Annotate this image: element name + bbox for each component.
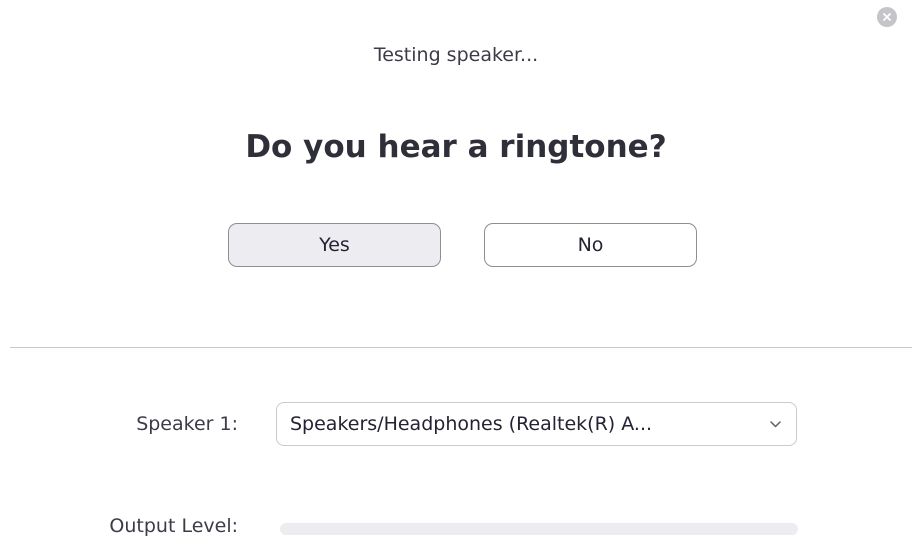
- testing-status-text: Testing speaker...: [373, 44, 539, 66]
- ringtone-question-heading: Do you hear a ringtone?: [245, 129, 667, 165]
- close-button[interactable]: [877, 7, 897, 27]
- close-icon: [882, 12, 892, 22]
- speaker-select-value: Speakers/Headphones (Realtek(R) A...: [290, 413, 653, 435]
- chevron-down-icon: [768, 419, 782, 429]
- speaker-label: Speaker 1:: [136, 413, 238, 435]
- speaker-select[interactable]: Speakers/Headphones (Realtek(R) A...: [276, 402, 797, 446]
- output-level-label: Output Level:: [109, 515, 238, 537]
- no-button[interactable]: No: [484, 223, 697, 267]
- output-level-meter: [280, 523, 798, 535]
- section-divider: [10, 347, 912, 348]
- yes-button[interactable]: Yes: [228, 223, 441, 267]
